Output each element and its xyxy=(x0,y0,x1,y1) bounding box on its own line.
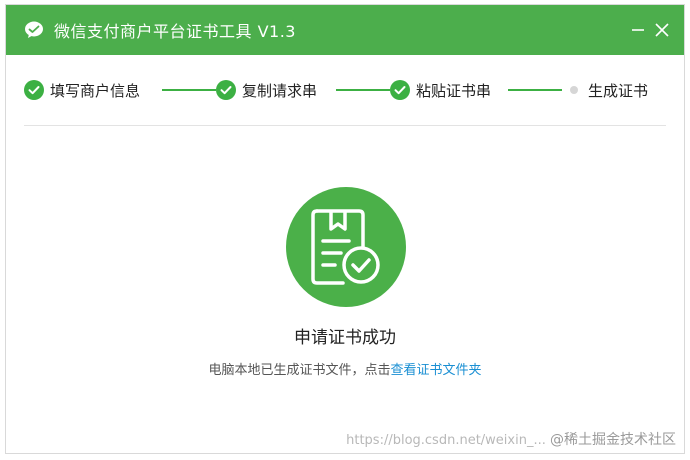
divider xyxy=(24,125,666,126)
step-copy-request: 复制请求串 xyxy=(216,77,317,103)
watermark: https://blog.csdn.net/weixin_... @稀土掘金技术… xyxy=(346,429,676,449)
view-cert-folder-link[interactable]: 查看证书文件夹 xyxy=(391,363,482,378)
step-label: 粘贴证书串 xyxy=(416,81,492,100)
close-icon xyxy=(655,23,669,37)
step-fill-merchant-info: 填写商户信息 xyxy=(24,77,140,103)
check-circle-icon xyxy=(390,80,410,100)
watermark-brand: @稀土掘金技术社区 xyxy=(550,432,676,448)
step-label: 复制请求串 xyxy=(242,81,318,100)
step-connector xyxy=(508,89,562,91)
certificate-check-icon xyxy=(311,209,380,285)
step-paste-cert: 粘贴证书串 xyxy=(390,77,491,103)
success-badge xyxy=(286,187,406,307)
success-title: 申请证书成功 xyxy=(294,328,396,348)
close-button[interactable] xyxy=(652,20,672,40)
step-label: 填写商户信息 xyxy=(50,81,141,100)
step-generate-cert: 生成证书 xyxy=(570,77,648,103)
app-window: 微信支付商户平台证书工具 V1.3 填写商户信息 复制请求串 粘贴证书串 生成证… xyxy=(5,4,685,454)
title-bar: 微信支付商户平台证书工具 V1.3 xyxy=(6,5,684,55)
minimize-icon xyxy=(632,29,644,31)
step-connector xyxy=(162,89,216,91)
watermark-url: https://blog.csdn.net/weixin_... xyxy=(346,433,546,448)
success-description-text: 电脑本地已生成证书文件，点击 xyxy=(208,363,391,378)
progress-steps: 填写商户信息 复制请求串 粘贴证书串 生成证书 xyxy=(24,77,664,103)
success-description: 电脑本地已生成证书文件，点击查看证书文件夹 xyxy=(6,359,684,378)
minimize-button[interactable] xyxy=(628,20,648,40)
current-step-dot xyxy=(570,86,578,94)
step-connector xyxy=(336,89,390,91)
check-circle-icon xyxy=(216,80,236,100)
step-label: 生成证书 xyxy=(588,81,649,100)
wechat-pay-logo-icon xyxy=(24,20,44,40)
check-circle-icon xyxy=(24,80,44,100)
window-title: 微信支付商户平台证书工具 V1.3 xyxy=(54,22,296,41)
